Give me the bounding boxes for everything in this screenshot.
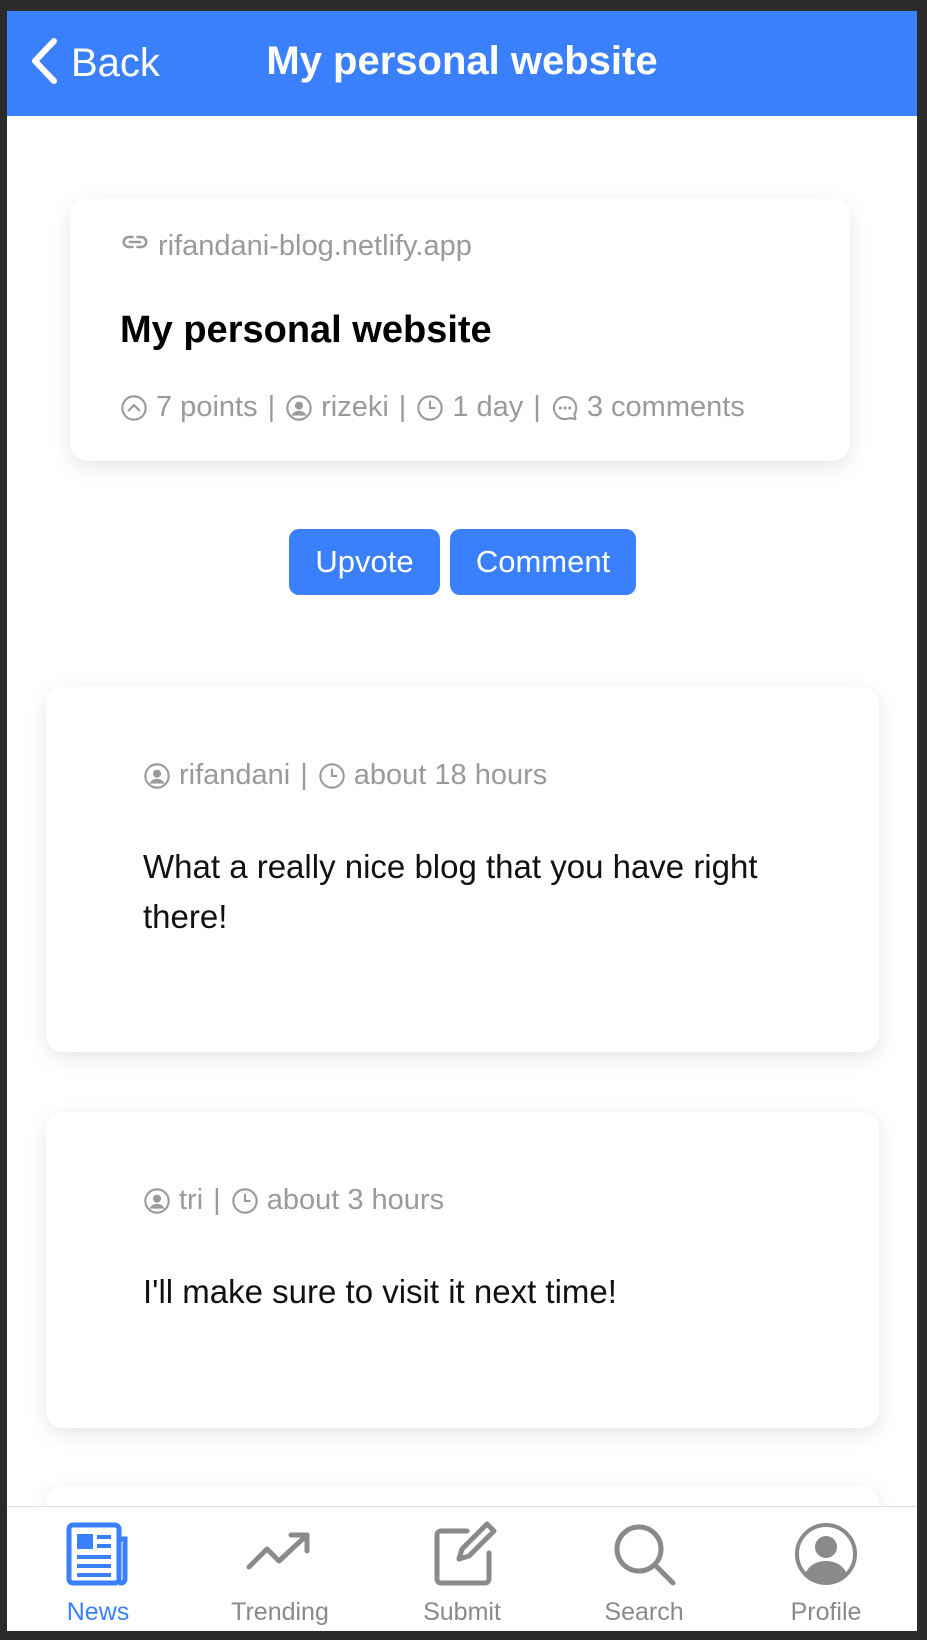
user-circle-icon [791, 1519, 861, 1594]
story-card: rifandani-blog.netlify.app My personal w… [70, 199, 850, 461]
meta-separator: | [213, 1184, 221, 1216]
nav-label-search: Search [604, 1598, 684, 1626]
comment-text: I'll make sure to visit it next time! [143, 1273, 617, 1310]
meta-separator: | [300, 759, 308, 791]
story-title: My personal website [120, 309, 492, 351]
trending-icon [245, 1519, 315, 1594]
nav-item-trending[interactable]: Trending [189, 1507, 371, 1631]
story-points: 7 points [156, 391, 258, 423]
comment-author[interactable]: tri [179, 1184, 203, 1217]
story-comment-count[interactable]: 3 comments [587, 391, 745, 424]
meta-separator: | [398, 391, 407, 423]
story-meta: 7 points | rizeki | 1 day | 3 comments [120, 391, 745, 424]
comment-age: about 3 hours [266, 1184, 445, 1216]
search-icon [609, 1519, 679, 1594]
nav-item-news[interactable]: News [7, 1507, 189, 1631]
comment-age: about 18 hours [353, 759, 548, 791]
story-author[interactable]: rizeki [321, 391, 389, 424]
story-age: 1 day [452, 391, 524, 423]
story-domain-text: rifandani-blog.netlify.app [158, 229, 472, 262]
newspaper-icon [63, 1519, 133, 1594]
app-frame: Back My personal website rifandani-blog.… [7, 11, 917, 1631]
comment-text: What a really nice blog that you have ri… [143, 848, 758, 935]
nav-label-news: News [66, 1598, 130, 1626]
nav-label-profile: Profile [790, 1598, 862, 1626]
user-icon [143, 762, 171, 790]
clock-icon [231, 1187, 259, 1215]
nav-label-submit: Submit [423, 1598, 501, 1626]
nav-item-search[interactable]: Search [553, 1507, 735, 1631]
comment-card: rifandani | about 18 hours What a really… [46, 687, 879, 1052]
user-icon [285, 394, 313, 422]
upvote-circle-icon [120, 394, 148, 422]
nav-item-profile[interactable]: Profile [735, 1507, 917, 1631]
comment-card: tri | about 3 hours I'll make sure to vi… [46, 1112, 879, 1428]
nav-label-trending: Trending [231, 1598, 329, 1626]
nav-item-submit[interactable]: Submit [371, 1507, 553, 1631]
comment-button[interactable]: Comment [450, 529, 636, 595]
meta-separator: | [533, 391, 541, 423]
comment-bubble-icon [551, 394, 579, 422]
clock-icon [416, 394, 444, 422]
meta-separator: | [267, 391, 276, 423]
comment-author[interactable]: rifandani [179, 759, 290, 792]
comment-meta: tri | about 3 hours [143, 1184, 444, 1217]
link-icon [120, 227, 158, 265]
top-app-bar: Back My personal website [7, 11, 917, 116]
upvote-button[interactable]: Upvote [289, 529, 440, 595]
page-title: My personal website [266, 39, 658, 83]
bottom-navigation: News Trending Submit Search Profile [7, 1506, 917, 1631]
story-domain-link[interactable]: rifandani-blog.netlify.app [120, 227, 472, 265]
clock-icon [318, 762, 346, 790]
comment-meta: rifandani | about 18 hours [143, 759, 547, 792]
edit-icon [427, 1519, 497, 1594]
user-icon [143, 1187, 171, 1215]
